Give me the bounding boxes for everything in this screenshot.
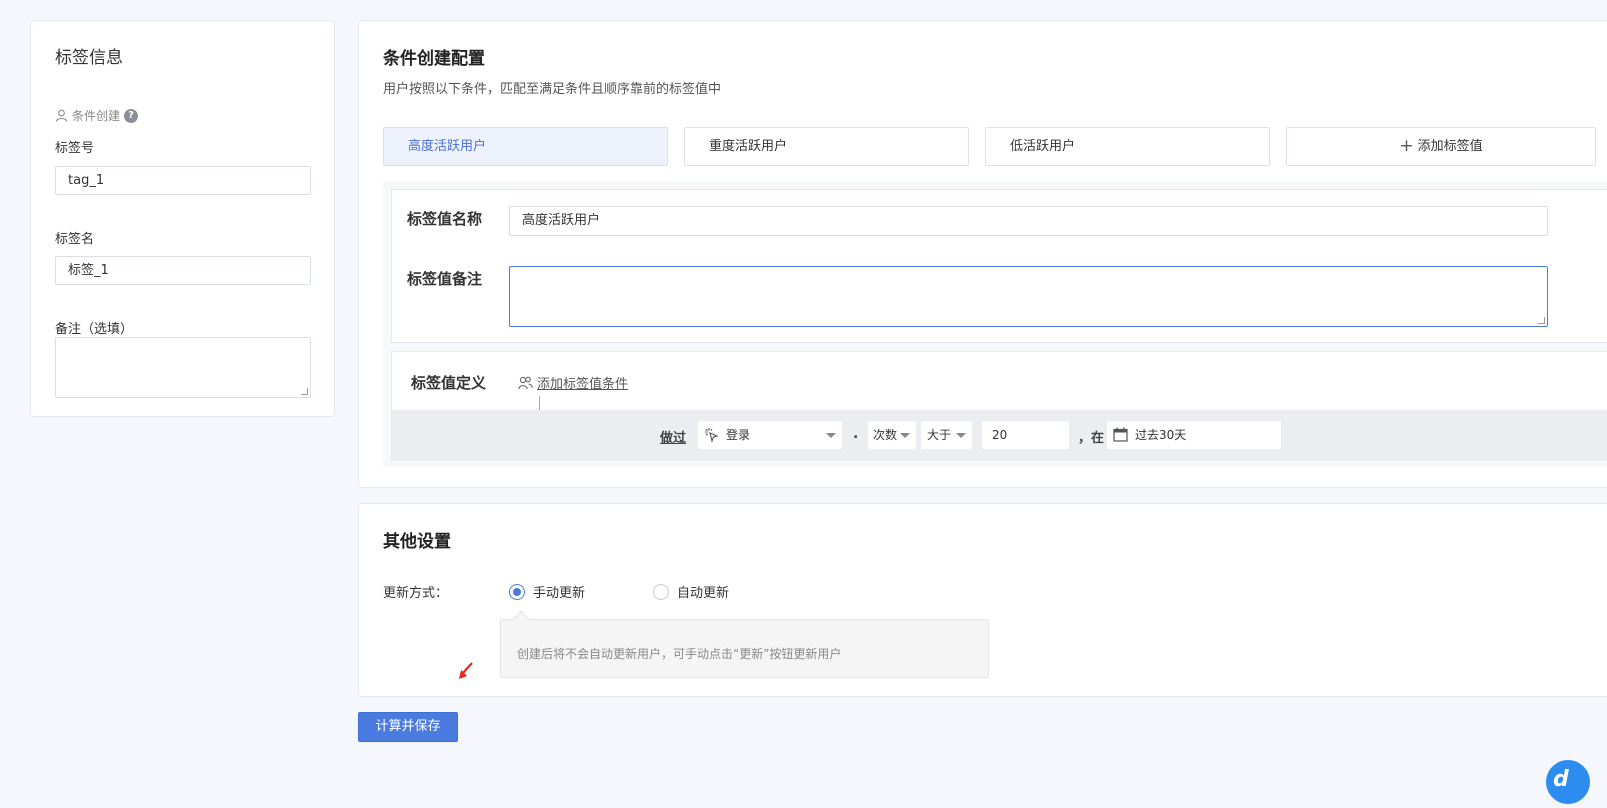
- condition-row: 做过 登录 . 次数 大于 20 ，在 过去30天: [392, 410, 1607, 461]
- tab-low-active[interactable]: 低活跃用户: [985, 127, 1270, 166]
- condition-config-description: 用户按照以下条件，匹配至满足条件且顺序靠前的标签值中: [383, 82, 722, 97]
- update-mode-label: 更新方式：: [383, 586, 449, 601]
- value-input[interactable]: 20: [982, 421, 1069, 449]
- remark-label: 备注（选填）: [55, 322, 134, 337]
- radio-manual-label: 手动更新: [533, 586, 586, 601]
- radio-auto-update[interactable]: 自动更新: [653, 582, 729, 601]
- creation-type-label: 条件创建: [72, 109, 121, 123]
- time-range-value: 过去30天: [1135, 428, 1187, 442]
- other-settings-title: 其他设置: [383, 532, 451, 552]
- plus-icon: +: [1399, 136, 1414, 156]
- metric-select-value: 次数: [873, 428, 898, 442]
- annotation-arrow-icon: [459, 662, 473, 679]
- condition-in-label: ，在: [1078, 431, 1105, 446]
- radio-checked-icon: [509, 583, 525, 600]
- radio-unchecked-icon: [653, 583, 669, 600]
- resize-grip-icon[interactable]: [1538, 317, 1545, 324]
- add-condition-button[interactable]: 添加标签值条件: [518, 373, 628, 392]
- event-select-value: 登录: [726, 428, 751, 442]
- value-remark-label: 标签值备注: [407, 270, 483, 288]
- value-name-label: 标签值名称: [407, 210, 483, 228]
- condition-config-title: 条件创建配置: [383, 49, 485, 69]
- remark-textarea[interactable]: [55, 337, 311, 398]
- tag-value-editor: 标签值名称 高度活跃用户 标签值备注 标签值定义 添加标签值条件 做过 登录 .…: [383, 181, 1607, 467]
- user-icon: [55, 109, 68, 122]
- add-condition-label: 添加标签值条件: [537, 377, 629, 392]
- tag-id-label: 标签号: [55, 141, 95, 156]
- tag-value-basic-box: 标签值名称 高度活跃用户 标签值备注: [391, 189, 1607, 343]
- chat-widget-icon[interactable]: d: [1546, 760, 1590, 804]
- click-icon: [705, 428, 719, 443]
- condition-dot: .: [853, 426, 859, 442]
- operator-select[interactable]: 大于: [921, 421, 972, 449]
- calculate-and-save-button[interactable]: 计算并保存: [358, 712, 458, 742]
- value-remark-textarea[interactable]: [509, 266, 1548, 327]
- time-range-picker[interactable]: 过去30天: [1107, 421, 1281, 449]
- condition-config-panel: 条件创建配置 用户按照以下条件，匹配至满足条件且顺序靠前的标签值中 高度活跃用户…: [358, 20, 1607, 488]
- tag-name-label: 标签名: [55, 232, 95, 247]
- tag-name-input[interactable]: 标签_1: [55, 256, 311, 285]
- other-settings-panel: 其他设置 更新方式： 手动更新 自动更新 创建后将不会自动更新用户，可手动点击“…: [358, 503, 1607, 697]
- add-tag-value-button[interactable]: + 添加标签值: [1286, 127, 1596, 166]
- metric-select[interactable]: 次数: [868, 421, 916, 449]
- chevron-down-icon: [826, 433, 836, 438]
- operator-select-value: 大于: [927, 428, 952, 442]
- tip-arrow: [512, 610, 530, 628]
- update-tip: 创建后将不会自动更新用户，可手动点击“更新”按钮更新用户: [500, 610, 989, 678]
- chevron-down-icon: [956, 433, 966, 438]
- radio-auto-label: 自动更新: [677, 586, 730, 601]
- tab-heavy-active[interactable]: 重度活跃用户: [684, 127, 969, 166]
- resize-grip-icon[interactable]: [301, 388, 308, 395]
- creation-type: 条件创建 ?: [55, 107, 139, 124]
- radio-manual-update[interactable]: 手动更新: [509, 582, 585, 601]
- add-tag-value-label: 添加标签值: [1417, 139, 1483, 154]
- event-select[interactable]: 登录: [698, 421, 842, 449]
- chevron-down-icon: [900, 433, 910, 438]
- help-icon[interactable]: ?: [124, 108, 139, 123]
- definition-label: 标签值定义: [411, 374, 487, 392]
- tag-info-panel: 标签信息 条件创建 ? 标签号 tag_1 标签名 标签_1 备注（选填）: [30, 20, 335, 417]
- tab-high-active[interactable]: 高度活跃用户: [383, 127, 668, 166]
- update-tip-text: 创建后将不会自动更新用户，可手动点击“更新”按钮更新用户: [517, 647, 842, 661]
- tag-info-title: 标签信息: [55, 48, 123, 68]
- value-name-input[interactable]: 高度活跃用户: [509, 206, 1548, 236]
- calendar-icon: [1113, 427, 1128, 442]
- tag-value-definition-box: 标签值定义 添加标签值条件 做过 登录 . 次数 大于 20 ，在 过去30天: [391, 351, 1607, 461]
- users-icon: [518, 376, 533, 389]
- condition-verb[interactable]: 做过: [660, 427, 686, 446]
- tag-id-input[interactable]: tag_1: [55, 166, 311, 195]
